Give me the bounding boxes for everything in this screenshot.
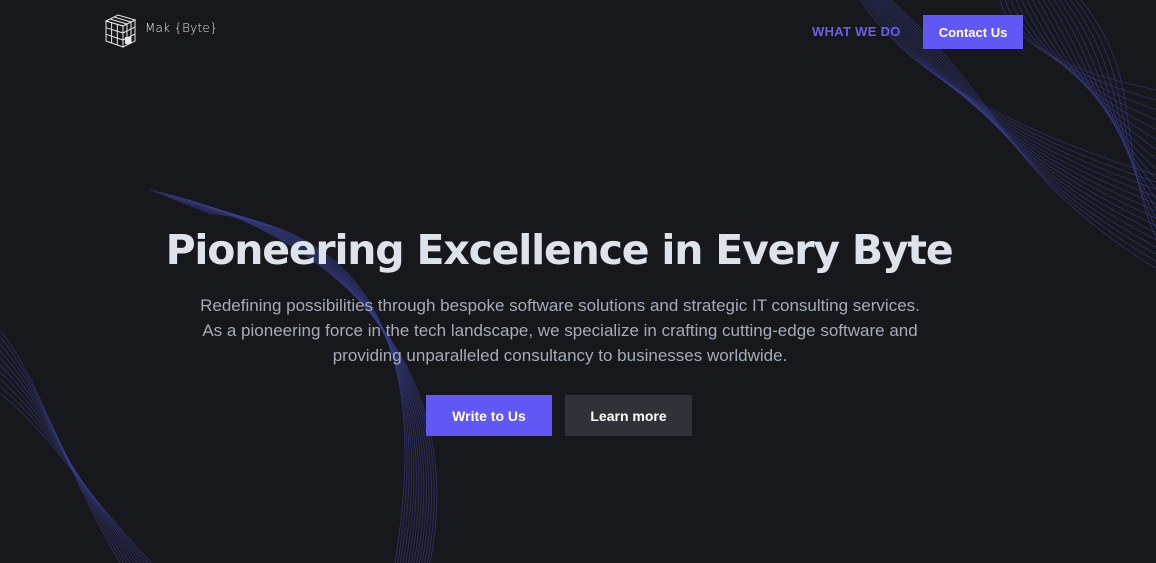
wave-line xyxy=(0,350,131,563)
wave-line xyxy=(0,336,124,563)
wave-line xyxy=(0,371,142,563)
brand-logo[interactable]: Mak {Byte} xyxy=(104,12,218,50)
background-wave-lines xyxy=(0,0,1156,563)
hero-subtitle-line: Redefining possibilities through bespoke… xyxy=(200,296,920,315)
hero-subtitle-line: As a pioneering force in the tech landsc… xyxy=(202,321,918,340)
brand-name: Mak {Byte} xyxy=(145,21,218,35)
hero-actions: Write to Us Learn more xyxy=(426,395,692,436)
site-header: Mak {Byte} WHAT WE DO Contact Us xyxy=(0,0,1156,64)
learn-more-button[interactable]: Learn more xyxy=(565,395,692,436)
cube-icon xyxy=(104,14,137,48)
wave-line xyxy=(0,343,128,563)
wave-line xyxy=(0,329,121,563)
hero-subtitle: Redefining possibilities through bespoke… xyxy=(170,293,950,368)
nav-what-we-do[interactable]: WHAT WE DO xyxy=(812,24,901,39)
wave-line xyxy=(0,364,138,563)
write-to-us-button[interactable]: Write to Us xyxy=(426,395,552,436)
wave-line xyxy=(0,357,135,563)
wave-line xyxy=(0,385,149,563)
contact-us-button[interactable]: Contact Us xyxy=(923,15,1023,49)
wave-line xyxy=(0,378,145,563)
hero-title: Pioneering Excellence in Every Byte xyxy=(165,226,954,274)
wave-line xyxy=(0,392,152,563)
hero-subtitle-line: providing unparalleled consultancy to bu… xyxy=(332,346,788,365)
